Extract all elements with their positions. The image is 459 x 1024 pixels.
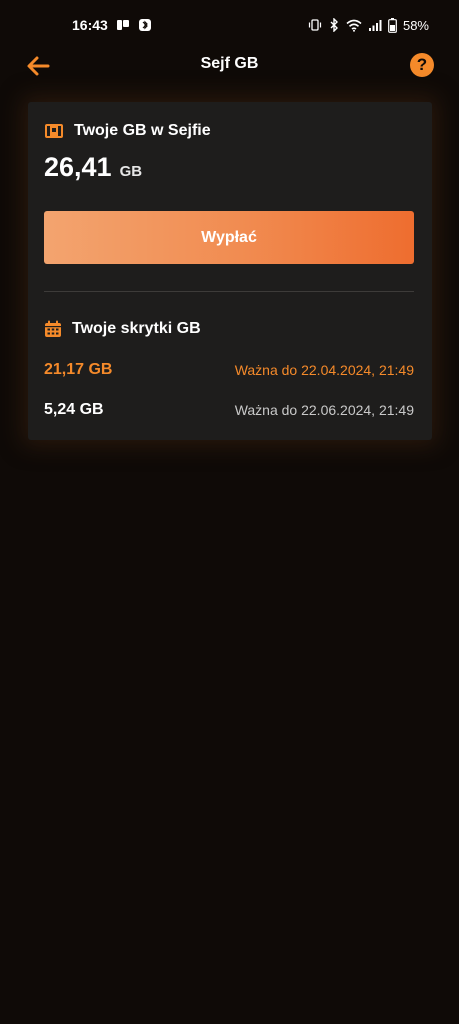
status-bar: 16:43 58% [0, 0, 459, 50]
safe-title: Twoje GB w Sejfie [74, 122, 211, 139]
safe-amount: 26,41 GB [44, 152, 142, 183]
battery-percentage: 58% [402, 17, 429, 33]
locker-expiry: Ważna do 22.06.2024, 21:49 [234, 402, 414, 418]
screen: 16:43 58% Sejf GB ? Twoje GB w Sejfie 26… [0, 0, 459, 1024]
status-bar-left: 16:43 [72, 17, 152, 33]
calendar-icon [44, 320, 62, 338]
notification-icon [116, 18, 130, 32]
lockers-title: Twoje skrytki GB [72, 320, 201, 337]
bluetooth-icon [328, 18, 340, 32]
safe-card: Twoje GB w Sejfie 26,41 GB Wypłać Twoje … [28, 102, 432, 440]
status-bar-right: 58% [308, 17, 429, 33]
safe-amount-unit: GB [119, 163, 143, 180]
locker-amount: 5,24 GB [44, 401, 104, 418]
wifi-icon [346, 19, 362, 32]
safe-header: Twoje GB w Sejfie [44, 122, 211, 140]
safe-chest-icon [44, 122, 64, 140]
battery-icon [388, 17, 397, 33]
help-button[interactable]: ? [410, 53, 434, 77]
signal-icon [368, 19, 382, 32]
locker-expiry: Ważna do 22.04.2024, 21:49 [234, 362, 414, 378]
app-header: Sejf GB ? [0, 50, 459, 84]
help-icon: ? [416, 55, 428, 74]
vibrate-icon [308, 18, 322, 32]
bluetooth-notification-icon [138, 18, 152, 32]
status-time: 16:43 [72, 17, 108, 33]
safe-amount-value: 26,41 [44, 152, 112, 182]
locker-row: 21,17 GB Ważna do 22.04.2024, 21:49 [44, 361, 414, 379]
lockers-header: Twoje skrytki GB [44, 320, 201, 338]
withdraw-button[interactable]: Wypłać [44, 211, 414, 264]
locker-amount: 21,17 GB [44, 361, 113, 378]
divider [44, 291, 414, 292]
page-title: Sejf GB [200, 55, 259, 72]
locker-row: 5,24 GB Ważna do 22.06.2024, 21:49 [44, 401, 414, 419]
